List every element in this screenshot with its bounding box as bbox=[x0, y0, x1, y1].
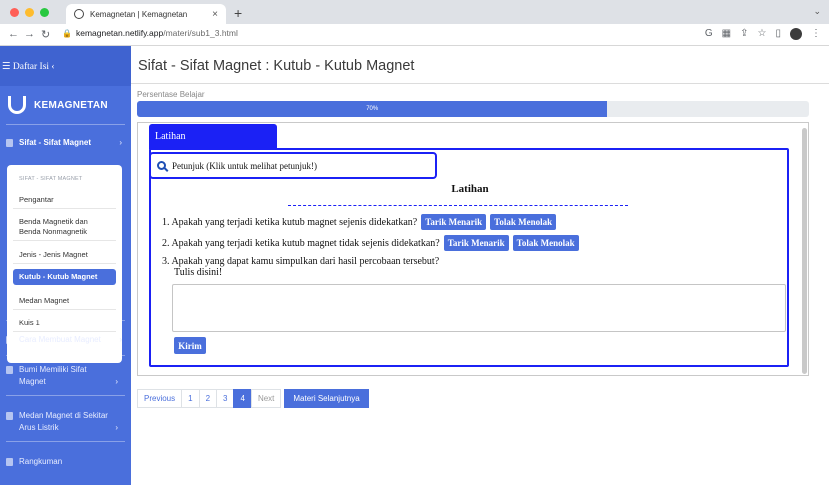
share-icon[interactable]: ⇪ bbox=[740, 28, 748, 40]
submenu-item-benda-magnetik[interactable]: Benda Magnetik dan Benda Nonmagnetik bbox=[13, 214, 116, 241]
document-icon bbox=[6, 366, 13, 374]
reload-icon[interactable]: ↻ bbox=[41, 28, 50, 41]
minimize-window-button[interactable] bbox=[25, 8, 34, 17]
sidebar-item-label: Rangkuman bbox=[19, 457, 63, 466]
next-material-button[interactable]: Materi Selanjutnya bbox=[284, 389, 369, 408]
hint-button[interactable]: Petunjuk (Klik untuk melihat petunjuk!) bbox=[149, 152, 437, 179]
option-tolak-menolak-button[interactable]: Tolak Menolak bbox=[512, 235, 579, 251]
url-path: /materi/sub1_3.html bbox=[163, 28, 238, 38]
progress-label: Persentase Belajar bbox=[137, 90, 205, 99]
browser-tab-bar: Kemagnetan | Kemagnetan × + ⌄ bbox=[0, 0, 829, 24]
submenu-item-kuis-1[interactable]: Kuis 1 bbox=[13, 315, 116, 332]
divider bbox=[6, 395, 125, 396]
submenu-item-jenis-magnet[interactable]: Jenis - Jenis Magnet bbox=[13, 247, 116, 264]
document-icon bbox=[6, 336, 13, 344]
question-3: 3. Apakah yang dapat kamu simpulkan dari… bbox=[162, 256, 439, 267]
sidebar-item-cara-membuat-magnet[interactable]: Cara Membuat Magnet › bbox=[6, 334, 128, 346]
sidebar-item-medan-magnet-arus-listrik[interactable]: Medan Magnet di Sekitar Arus Listrik › bbox=[6, 410, 124, 434]
chevron-right-icon: › bbox=[115, 377, 118, 386]
url-field[interactable]: 🔒 kemagnetan.netlify.app/materi/sub1_3.h… bbox=[62, 28, 238, 38]
option-tarik-menarik-button[interactable]: Tarik Menarik bbox=[421, 214, 487, 230]
question-text: 2. Apakah yang terjadi ketika kutub magn… bbox=[162, 237, 440, 249]
divider bbox=[131, 83, 829, 84]
back-icon[interactable]: ← bbox=[8, 28, 19, 40]
url-host: kemagnetan.netlify.app bbox=[75, 28, 164, 38]
hint-label: Petunjuk (Klik untuk melihat petunjuk!) bbox=[172, 160, 317, 171]
pagination-page-1[interactable]: 1 bbox=[181, 389, 200, 408]
maximize-window-button[interactable] bbox=[40, 8, 49, 17]
dashed-divider bbox=[288, 205, 628, 206]
pagination-page-4[interactable]: 4 bbox=[233, 389, 252, 408]
question-1: 1. Apakah yang terjadi ketika kutub magn… bbox=[162, 214, 557, 230]
new-tab-button[interactable]: + bbox=[234, 5, 242, 21]
address-bar: ← → ↻ 🔒 kemagnetan.netlify.app/materi/su… bbox=[0, 24, 829, 46]
progress-bar: 70% bbox=[137, 101, 809, 117]
forward-icon[interactable]: → bbox=[24, 28, 35, 40]
search-icon bbox=[157, 161, 166, 170]
tab-latihan[interactable]: Latihan bbox=[149, 124, 277, 149]
browser-toolbar-icons: G ▦ ⇪ ☆ ▯ ⋮ bbox=[705, 28, 821, 40]
divider bbox=[6, 320, 125, 321]
tab-title: Kemagnetan | Kemagnetan bbox=[90, 9, 188, 19]
sidebar-item-sifat-sifat-magnet[interactable]: Sifat - Sifat Magnet › bbox=[6, 137, 128, 149]
answer-textarea[interactable] bbox=[172, 284, 786, 332]
bookmark-star-icon[interactable]: ☆ bbox=[758, 28, 767, 40]
submenu-item-pengantar[interactable]: Pengantar bbox=[13, 192, 116, 209]
pagination: Previous 1 2 3 4 Next Materi Selanjutnya bbox=[137, 389, 369, 408]
question-text: 1. Apakah yang terjadi ketika kutub magn… bbox=[162, 216, 418, 228]
divider bbox=[6, 441, 125, 442]
exercise-heading: Latihan bbox=[451, 183, 489, 195]
submenu-header: SIFAT - SIFAT MAGNET bbox=[19, 176, 83, 182]
brand-name: KEMAGNETAN bbox=[34, 99, 108, 111]
tab-menu-icon[interactable]: ⌄ bbox=[813, 6, 821, 17]
question-2: 2. Apakah yang terjadi ketika kutub magn… bbox=[162, 235, 579, 251]
sidebar-item-rangkuman[interactable]: Rangkuman bbox=[6, 456, 128, 468]
progress-fill: 70% bbox=[137, 101, 608, 117]
chevron-right-icon: › bbox=[119, 335, 122, 344]
menu-dots-icon[interactable]: ⋮ bbox=[811, 28, 821, 40]
document-icon bbox=[6, 412, 13, 420]
profile-avatar[interactable] bbox=[790, 28, 802, 40]
magnet-icon bbox=[8, 96, 26, 114]
pagination-previous[interactable]: Previous bbox=[137, 389, 183, 408]
divider bbox=[6, 124, 125, 125]
answer-prompt: Tulis disini! bbox=[174, 267, 223, 278]
document-icon bbox=[6, 458, 13, 466]
tab-close-button[interactable]: × bbox=[212, 9, 218, 20]
window-controls bbox=[10, 8, 49, 17]
lock-icon: 🔒 bbox=[62, 28, 72, 38]
sidebar-toggle[interactable]: ☰ Daftar Isi ‹ bbox=[0, 46, 131, 86]
submenu-item-kutub-magnet[interactable]: Kutub - Kutub Magnet bbox=[13, 269, 116, 285]
page-title: Sifat - Sifat Magnet : Kutub - Kutub Mag… bbox=[138, 58, 415, 74]
extension-icon[interactable]: ▦ bbox=[722, 28, 731, 40]
pagination-next[interactable]: Next bbox=[250, 389, 282, 408]
option-tolak-menolak-button[interactable]: Tolak Menolak bbox=[490, 214, 557, 230]
sidebar-item-label: Bumi Memiliki Sifat Magnet bbox=[19, 365, 87, 386]
submenu-item-medan-magnet[interactable]: Medan Magnet bbox=[13, 293, 116, 310]
sidepanel-icon[interactable]: ▯ bbox=[775, 28, 781, 40]
sidebar: ☰ Daftar Isi ‹ KEMAGNETAN Sifat - Sifat … bbox=[0, 46, 131, 485]
google-icon[interactable]: G bbox=[705, 28, 713, 40]
close-window-button[interactable] bbox=[10, 8, 19, 17]
scrollbar[interactable] bbox=[802, 128, 807, 374]
browser-tab[interactable]: Kemagnetan | Kemagnetan × bbox=[66, 4, 226, 24]
sidebar-item-bumi-memiliki-sifat-magnet[interactable]: Bumi Memiliki Sifat Magnet › bbox=[6, 364, 124, 388]
option-tarik-menarik-button[interactable]: Tarik Menarik bbox=[443, 235, 509, 251]
brand-logo: KEMAGNETAN bbox=[8, 96, 108, 114]
chevron-right-icon: › bbox=[115, 423, 118, 432]
pagination-page-3[interactable]: 3 bbox=[216, 389, 235, 408]
globe-icon bbox=[74, 9, 84, 19]
sidebar-item-label: Medan Magnet di Sekitar Arus Listrik bbox=[19, 411, 108, 432]
sidebar-item-label: Sifat - Sifat Magnet bbox=[19, 138, 92, 147]
submit-button[interactable]: Kirim bbox=[174, 337, 206, 354]
document-icon bbox=[6, 139, 13, 147]
question-text: 3. Apakah yang dapat kamu simpulkan dari… bbox=[162, 256, 440, 267]
pagination-page-2[interactable]: 2 bbox=[198, 389, 218, 408]
sidebar-item-label: Cara Membuat Magnet bbox=[19, 335, 101, 344]
chevron-right-icon: › bbox=[119, 138, 122, 147]
divider bbox=[6, 355, 125, 356]
